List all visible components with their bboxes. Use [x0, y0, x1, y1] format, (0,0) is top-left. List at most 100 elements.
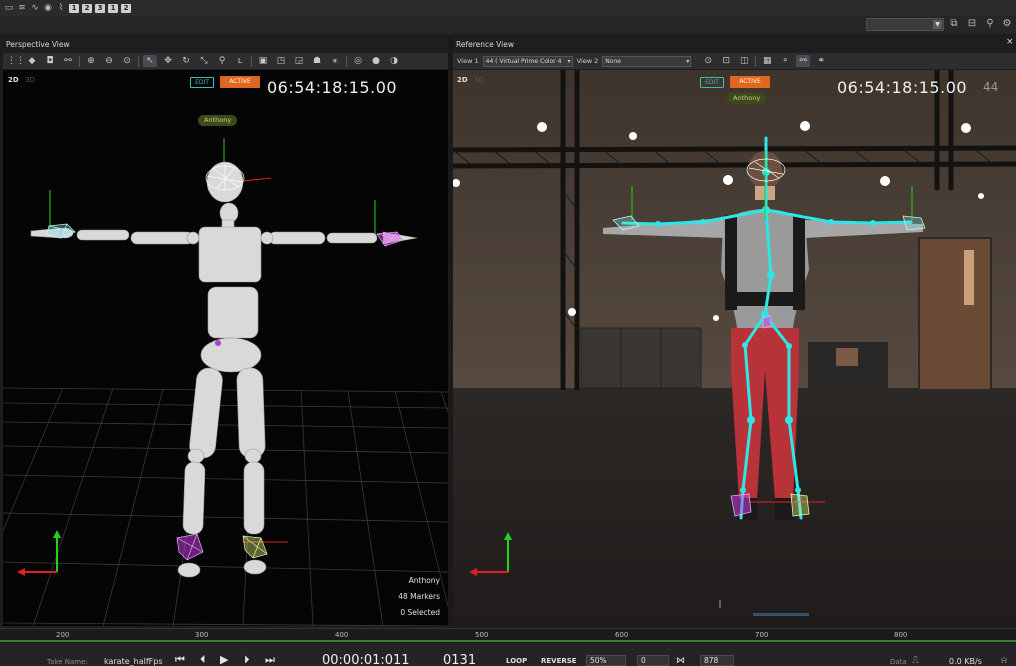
- box: [836, 348, 858, 366]
- active-badge[interactable]: ACTIVE: [730, 76, 770, 88]
- actor-icon[interactable]: ☗: [310, 55, 324, 67]
- layout-button-4[interactable]: 1: [108, 3, 118, 13]
- camera-icon[interactable]: ◘: [43, 55, 57, 67]
- marker-count-label: 48 Markers: [398, 592, 440, 601]
- rigidbody-icon[interactable]: ▣: [256, 55, 270, 67]
- window-icon[interactable]: ⧉: [948, 18, 960, 30]
- start-frame-field[interactable]: 0: [637, 655, 669, 666]
- timeline-tick: 300: [195, 631, 209, 639]
- cube-icon[interactable]: ◆: [25, 55, 39, 67]
- skeleton-icon[interactable]: ⚯: [61, 55, 75, 67]
- wave-icon[interactable]: ∿: [30, 3, 40, 13]
- zoom-out-icon[interactable]: ⊖: [102, 55, 116, 67]
- display-icon[interactable]: ●: [369, 55, 383, 67]
- mode-2d-toggle[interactable]: 2D: [8, 76, 19, 84]
- reference-video-viewport[interactable]: 2D 3D EDIT ACTIVE Anthony 06:54:18:15.00…: [453, 70, 1016, 626]
- speed-select[interactable]: 50%: [586, 655, 626, 666]
- marker-display-icon[interactable]: ⚬: [778, 55, 792, 67]
- play-icon[interactable]: ▶: [220, 653, 228, 666]
- panel-icon[interactable]: ⊟: [966, 18, 978, 30]
- layout-button-2[interactable]: 2: [82, 3, 92, 13]
- perspective-toolbar: ⋮⋮ ◆ ◘ ⚯ ⊕ ⊖ ⊙ ↖ ✥ ↻ ⤡ ⚲ ʟ ▣ ◳ ◲ ☗ ⚹ ◎ ●…: [3, 53, 448, 69]
- edit-badge[interactable]: EDIT: [700, 77, 724, 88]
- data-label: Data: [890, 658, 907, 666]
- zoom-fit-icon[interactable]: ⊙: [701, 55, 715, 67]
- skip-to-end-icon[interactable]: ⏭: [265, 653, 275, 666]
- layout-button-5[interactable]: 2: [121, 3, 131, 13]
- floor-marker: [753, 613, 809, 616]
- range-icon[interactable]: ⋈: [676, 656, 685, 666]
- reverse-toggle[interactable]: REVERSE: [541, 657, 577, 665]
- zoom-in-icon[interactable]: ⊕: [84, 55, 98, 67]
- visibility-eye-icon[interactable]: ◎: [351, 55, 365, 67]
- reference-toolbar: View 1 44 ( Virtual Prime Color 4 ▾ View …: [453, 53, 1016, 69]
- step-forward-icon[interactable]: ⏵: [244, 653, 250, 666]
- end-frame-field[interactable]: 878: [700, 655, 734, 666]
- view1-select[interactable]: 44 ( Virtual Prime Color 4 ▾: [482, 55, 573, 67]
- mode-3d-toggle[interactable]: 3D: [474, 76, 484, 84]
- timeline-track[interactable]: [0, 640, 1016, 642]
- chevron-down-icon: ▼: [933, 20, 942, 29]
- grid-menu-icon[interactable]: ⋮⋮: [7, 55, 25, 67]
- end-frame-value: 878: [704, 656, 719, 665]
- axis-gizmo: [17, 530, 61, 576]
- grid-icon[interactable]: ▦: [760, 55, 774, 67]
- broadcast-icon[interactable]: ◉: [43, 3, 53, 13]
- notification-bell-icon[interactable]: ⍾: [1001, 656, 1007, 666]
- current-frame[interactable]: 0131: [443, 653, 476, 666]
- actor-name-tag: Anthony: [727, 93, 767, 104]
- view2-select[interactable]: None ▾: [602, 55, 692, 67]
- mode-3d-toggle[interactable]: 3D: [25, 76, 35, 84]
- reference-video-frame: [453, 70, 1016, 626]
- mode-2d-toggle[interactable]: 2D: [457, 76, 468, 84]
- top-toolbar: ▭ ≋ ∿ ◉ ⌇ 1 2 3 1 2: [0, 0, 1016, 16]
- layout-button-3[interactable]: 3: [95, 3, 105, 13]
- edit-marker-icon[interactable]: ◲: [292, 55, 306, 67]
- edit-badge[interactable]: EDIT: [190, 77, 214, 88]
- layout-dropdown[interactable]: ▼: [866, 18, 944, 31]
- move-icon[interactable]: ✥: [161, 55, 175, 67]
- active-badge[interactable]: ACTIVE: [220, 76, 260, 88]
- playback-time: 00:00:01:011: [322, 653, 410, 666]
- bones-icon[interactable]: ⚭: [814, 55, 828, 67]
- pulse-icon[interactable]: ⌇: [56, 3, 66, 13]
- perspective-scene: [3, 138, 448, 626]
- settings-icon[interactable]: ⚙: [1001, 18, 1013, 30]
- perspective-viewport[interactable]: 2D 3D EDIT ACTIVE 06:54:18:15.00 Anthony…: [3, 70, 448, 626]
- step-back-icon[interactable]: ⏴: [200, 653, 206, 666]
- right-foot-markers: [790, 493, 810, 517]
- bone-icon[interactable]: ⚹: [328, 55, 342, 67]
- layout-icon[interactable]: ⊡: [719, 55, 733, 67]
- floor-tape: [719, 600, 721, 608]
- right-hand-markers: [376, 231, 404, 247]
- skeleton-display-icon[interactable]: ⚯: [796, 55, 811, 67]
- floor-grid: [3, 387, 448, 626]
- rotate-icon[interactable]: ↻: [179, 55, 193, 67]
- loop-toggle[interactable]: LOOP: [506, 657, 527, 665]
- local-space-icon[interactable]: ʟ: [233, 55, 247, 67]
- perspective-view-title: Perspective View: [6, 40, 70, 49]
- timeline-tick: 600: [615, 631, 629, 639]
- timeline-tick: 400: [335, 631, 349, 639]
- zoom-fit-icon[interactable]: ⊙: [120, 55, 134, 67]
- split-view-icon[interactable]: ◫: [737, 55, 751, 67]
- timeline-tick: 500: [475, 631, 489, 639]
- layout-button-1[interactable]: 1: [69, 3, 79, 13]
- overlay-icon[interactable]: ◑: [387, 55, 401, 67]
- view2-label: View 2: [576, 57, 599, 65]
- signal-icon[interactable]: ≋: [17, 3, 27, 13]
- timeline-tick: 200: [56, 631, 70, 639]
- marker-icon[interactable]: ◳: [274, 55, 288, 67]
- cabinets: [580, 327, 702, 389]
- close-icon[interactable]: ×: [1006, 37, 1014, 47]
- person-icon[interactable]: ⚲: [984, 18, 996, 30]
- view1-value: 44 ( Virtual Prime Color 4: [485, 57, 562, 65]
- pin-icon[interactable]: ⚲: [215, 55, 229, 67]
- door-window: [964, 250, 974, 305]
- scale-icon[interactable]: ⤡: [197, 55, 211, 67]
- camera-icon[interactable]: ▭: [4, 3, 14, 13]
- take-name-label: Take Name:: [47, 658, 88, 666]
- take-name-value[interactable]: karate_halfFps: [104, 657, 163, 666]
- skip-to-start-icon[interactable]: ⏮: [175, 653, 185, 666]
- select-cursor-icon[interactable]: ↖: [143, 55, 157, 67]
